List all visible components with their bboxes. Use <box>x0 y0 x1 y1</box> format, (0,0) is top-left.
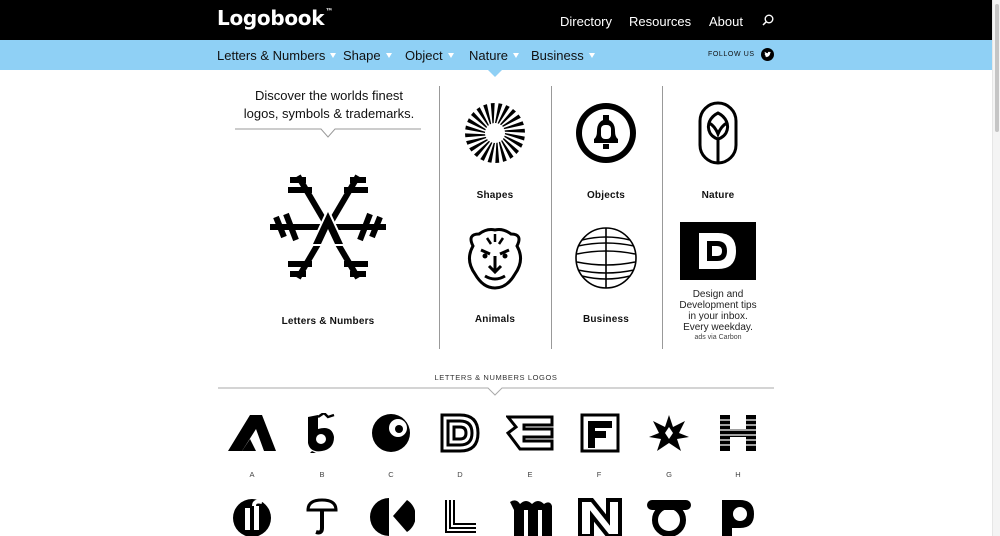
objects-bell-logo[interactable] <box>574 101 638 165</box>
carbon-ad-image[interactable] <box>680 222 756 280</box>
logo-letter-caption: E <box>527 470 533 479</box>
letter-l-logo[interactable] <box>436 496 484 536</box>
nav-resources-link[interactable]: Resources <box>629 14 691 29</box>
follow-us-label: FOLLOW US <box>708 51 755 58</box>
trademark-symbol: ™ <box>325 7 333 16</box>
nav-about-link[interactable]: About <box>709 14 743 29</box>
letter-c-logo[interactable] <box>367 413 415 453</box>
ad-copy-line: Development tips <box>679 300 757 311</box>
category-letters-numbers[interactable]: Letters & Numbers <box>217 48 337 63</box>
letter-p-logo[interactable] <box>714 496 762 536</box>
nav-directory-link[interactable]: Directory <box>560 14 612 29</box>
caret-down-icon <box>385 53 392 58</box>
ad-attribution-link[interactable]: ads via Carbon <box>666 334 770 341</box>
brand-name: Logobook <box>217 6 325 30</box>
logo-letter-caption: C <box>388 470 394 479</box>
column-divider <box>662 86 663 349</box>
caret-down-icon <box>513 53 520 58</box>
letter-k-logo[interactable] <box>367 496 415 536</box>
category-bar: Letters & Numbers Shape Object Nature Bu… <box>0 40 992 77</box>
caret-down-icon <box>447 53 454 58</box>
dd-logo <box>699 233 736 269</box>
category-object[interactable]: Object <box>405 48 454 63</box>
logo-letter-caption: F <box>596 470 602 479</box>
page-scrollbar[interactable] <box>992 0 1000 536</box>
category-label: Shape <box>343 48 381 63</box>
shapes-sunburst-logo[interactable] <box>463 101 527 165</box>
letter-h-logo[interactable] <box>714 413 762 453</box>
category-label: Object <box>405 48 443 63</box>
featured-category-label[interactable]: Letters & Numbers <box>258 316 398 327</box>
category-business[interactable]: Business <box>531 48 595 63</box>
letter-e-logo[interactable] <box>506 413 554 453</box>
scrollbar-thumb[interactable] <box>995 4 999 132</box>
category-shape[interactable]: Shape <box>343 48 392 63</box>
column-divider <box>439 86 440 349</box>
letter-m-logo[interactable] <box>506 496 554 536</box>
tagline-line: Discover the worlds finest <box>254 88 404 103</box>
tile-label-nature[interactable]: Nature <box>663 190 773 201</box>
ad-copy-line: in your inbox. <box>688 311 748 322</box>
logo-letter-caption: G <box>666 470 672 479</box>
business-globe-logo[interactable] <box>574 226 638 290</box>
section-divider <box>218 387 774 396</box>
ad-copy-line: Every weekday. <box>683 322 753 333</box>
letter-a-logo[interactable] <box>228 413 276 453</box>
top-navigation-bar: Logobook™ Directory Resources About <box>0 0 992 40</box>
featured-snowflake-logo[interactable] <box>268 174 388 280</box>
column-divider <box>551 86 552 349</box>
nature-tulip-logo[interactable] <box>686 101 750 165</box>
ad-copy-line: Design and <box>692 289 744 300</box>
twitter-icon[interactable] <box>761 48 774 61</box>
letter-b-logo[interactable] <box>298 413 346 453</box>
site-logo[interactable]: Logobook™ <box>217 6 333 30</box>
category-label: Nature <box>469 48 509 63</box>
letter-o-logo[interactable] <box>645 496 693 536</box>
logo-letter-caption: A <box>249 470 255 479</box>
logo-letter-caption: D <box>457 470 463 479</box>
tile-label-animals[interactable]: Animals <box>440 314 550 325</box>
animals-tiger-logo[interactable] <box>463 226 527 290</box>
logo-letter-caption: H <box>735 470 741 479</box>
tile-label-business[interactable]: Business <box>551 314 661 325</box>
tile-label-objects[interactable]: Objects <box>551 190 661 201</box>
category-nature[interactable]: Nature <box>469 48 520 63</box>
ad-copy[interactable]: Design and Development tips in your inbo… <box>666 289 770 333</box>
category-label: Letters & Numbers <box>217 48 326 63</box>
tagline-divider <box>235 128 421 138</box>
active-category-pointer <box>488 70 502 77</box>
logo-letter-caption: B <box>319 470 325 479</box>
letter-i-logo[interactable] <box>228 496 276 536</box>
tile-label-shapes[interactable]: Shapes <box>440 190 550 201</box>
letter-f-logo[interactable] <box>576 413 624 453</box>
tagline-line: logos, symbols & trademarks. <box>243 106 415 121</box>
letter-d-logo[interactable] <box>436 413 484 453</box>
letter-g-logo[interactable] <box>645 413 693 453</box>
site-tagline: Discover the worlds finest logos, symbol… <box>230 87 428 123</box>
category-label: Business <box>531 48 584 63</box>
section-title: LETTERS & NUMBERS LOGOS <box>434 373 558 382</box>
caret-down-icon <box>588 53 595 58</box>
search-icon[interactable] <box>762 14 774 26</box>
letter-j-umbrella-logo[interactable] <box>298 496 346 536</box>
caret-down-icon <box>330 53 337 58</box>
letter-n-logo[interactable] <box>576 496 624 536</box>
